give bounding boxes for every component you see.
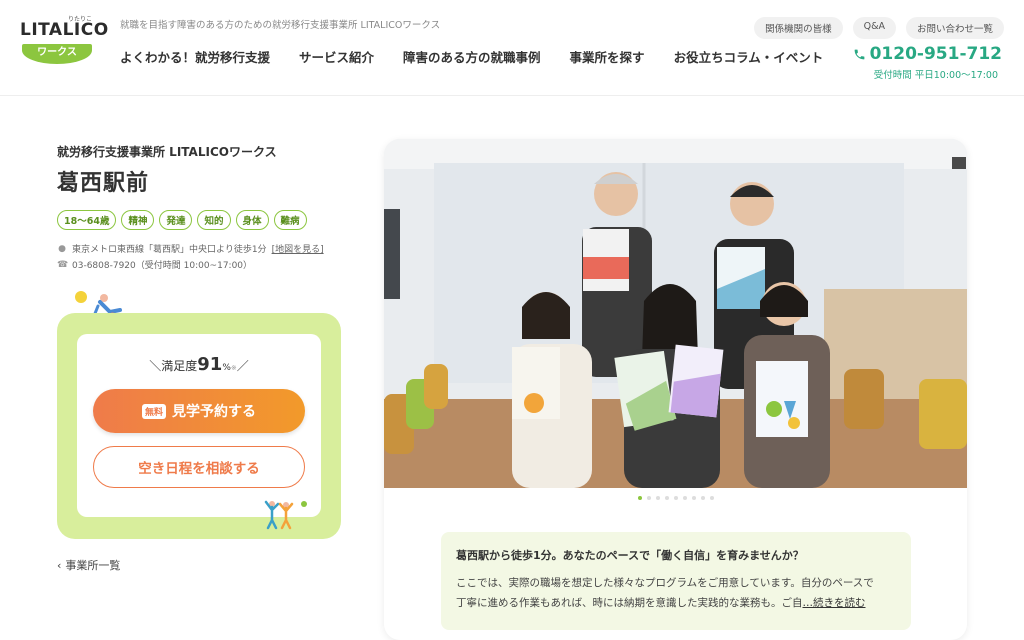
carousel-dot[interactable]	[664, 496, 669, 500]
map-link[interactable]: [地図を見る]	[272, 242, 324, 255]
office-description: 葛西駅から徒歩1分。あなたのペースで「働く自信」を育みませんか？ ここでは、実際…	[441, 532, 911, 630]
address-row: ● 東京メトロ東西線「葛西駅」中央口より徒歩1分 [地図を見る]	[57, 242, 324, 256]
carousel-dot[interactable]	[700, 496, 705, 500]
office-address: 東京メトロ東西線「葛西駅」中央口より徒歩1分	[72, 245, 267, 255]
main-nav: よくわかる！就労移行支援 サービス紹介 障害のある方の就職事例 事業所を探す お…	[120, 47, 823, 66]
tel-row: ☎ 03-6808-7920（受付時間 10:00~17:00）	[57, 258, 252, 272]
carousel-dot[interactable]	[637, 496, 642, 500]
litalico-logo[interactable]: りたりこ LITALICO ワークス	[20, 14, 108, 66]
carousel-dot[interactable]	[709, 496, 714, 500]
tag-intellectual: 知的	[197, 210, 231, 230]
nav-item-cases[interactable]: 障害のある方の就職事例	[403, 47, 541, 66]
tag-age: 18〜64歳	[57, 210, 117, 230]
tag-physical: 身体	[235, 210, 269, 230]
read-more-link[interactable]: …続きを読む	[803, 597, 866, 609]
phone-link[interactable]: 0120-951-712	[853, 44, 1002, 64]
site-header: りたりこ LITALICO ワークス 就職を目指す障害のある方のための就労移行支…	[0, 0, 1024, 96]
satisfaction-unit: %	[222, 363, 231, 373]
carousel-dots	[384, 496, 967, 500]
phone-hours: 受付時間 平日10:00〜17:00	[873, 70, 998, 81]
description-line-2-text: 丁寧に進める作業もあれば、時には納期を意識した実践的な業務も。ご自	[456, 597, 803, 609]
carousel-dot[interactable]	[655, 496, 660, 500]
tag-mental: 精神	[121, 210, 155, 230]
nav-item-about[interactable]: よくわかる！就労移行支援	[120, 47, 270, 66]
phone-number: 0120-951-712	[869, 44, 1002, 64]
office-photo-card: 葛西駅から徒歩1分。あなたのペースで「働く自信」を育みませんか？ ここでは、実際…	[384, 139, 967, 640]
site-tagline: 就職を目指す障害のある方のための就労移行支援事業所 LITALICOワークス	[120, 20, 441, 31]
subnav-partners[interactable]: 関係機関の皆様	[754, 17, 843, 39]
back-link-label: 事業所一覧	[65, 559, 121, 572]
description-line-2: 丁寧に進める作業もあれば、時には納期を意識した実践的な業務も。ご自…続きを読む	[456, 593, 896, 613]
chevron-left-icon: ‹	[57, 558, 62, 572]
description-body: ここでは、実際の職場を想定した様々なプログラムをご用意しています。自分のペースで…	[456, 573, 896, 613]
description-line-1: ここでは、実際の職場を想定した様々なプログラムをご用意しています。自分のペースで	[456, 577, 874, 589]
office-list-back-link[interactable]: ‹ 事業所一覧	[57, 557, 120, 573]
office-staff-photo[interactable]	[384, 139, 967, 488]
nav-item-services[interactable]: サービス紹介	[299, 47, 374, 66]
office-type: 就労移行支援事業所 LITALICOワークス	[57, 145, 277, 159]
logo-badge: ワークス	[22, 44, 92, 64]
sub-nav: 関係機関の皆様 Q&A お問い合わせ一覧	[754, 17, 1004, 39]
satisfaction-suffix: ／	[236, 359, 249, 373]
carousel-dot[interactable]	[691, 496, 696, 500]
satisfaction-prefix: ＼満足度	[149, 359, 198, 373]
visit-reservation-button[interactable]: 無料 見学予約する	[93, 389, 305, 433]
carousel-dot[interactable]	[673, 496, 678, 500]
subnav-contact[interactable]: お問い合わせ一覧	[905, 17, 1004, 39]
carousel-dot[interactable]	[646, 496, 651, 500]
people-cheering-illustration	[264, 500, 307, 530]
office-tel[interactable]: 03-6808-7920（受付時間 10:00~17:00）	[72, 258, 252, 271]
satisfaction-value: 91	[197, 354, 223, 375]
subnav-qa[interactable]: Q&A	[852, 17, 896, 39]
consult-schedule-button[interactable]: 空き日程を相談する	[93, 446, 305, 488]
page-title: 葛西駅前	[57, 171, 150, 196]
target-tags: 18〜64歳 精神 発達 知的 身体 難病	[57, 210, 307, 230]
nav-item-find-office[interactable]: 事業所を探す	[570, 47, 645, 66]
free-badge: 無料	[141, 403, 166, 419]
visit-button-label: 見学予約する	[172, 404, 256, 420]
tag-developmental: 発達	[159, 210, 193, 230]
description-title: 葛西駅から徒歩1分。あなたのペースで「働く自信」を育みませんか？	[456, 549, 804, 562]
tag-intractable-disease: 難病	[273, 210, 307, 230]
carousel-dot[interactable]	[682, 496, 687, 500]
phone-icon	[854, 49, 864, 59]
map-pin-icon: ●	[58, 243, 66, 254]
logo-wordmark: LITALICO	[20, 20, 109, 40]
phone-icon: ☎	[57, 259, 69, 270]
nav-item-columns[interactable]: お役立ちコラム・イベント	[674, 47, 824, 66]
consult-button-label: 空き日程を相談する	[138, 461, 260, 477]
satisfaction-rate: ＼満足度91%※／	[77, 354, 321, 375]
